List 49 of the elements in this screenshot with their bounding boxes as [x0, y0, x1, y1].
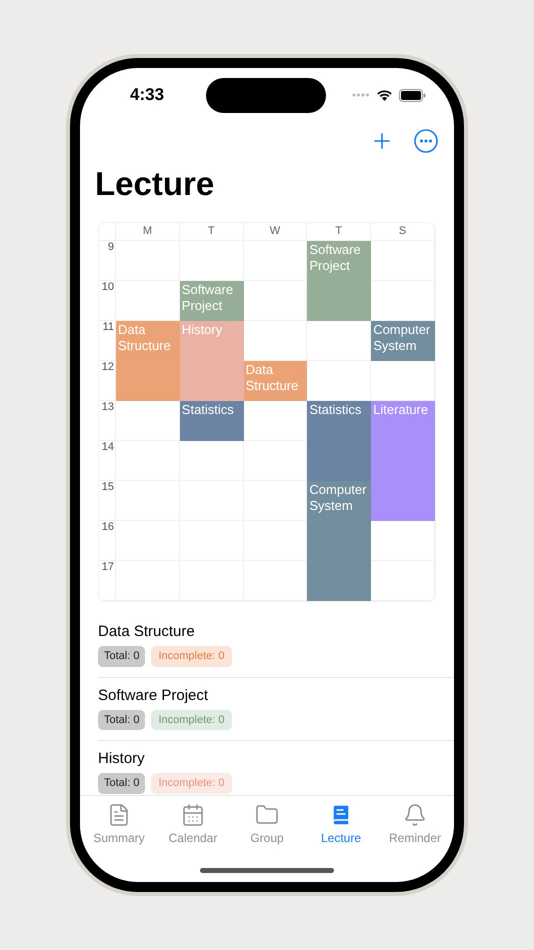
page-title: Lecture: [95, 164, 214, 204]
hour-label: 9: [108, 241, 114, 255]
total-tag: Total: 0: [98, 646, 146, 666]
lecture-block[interactable]: History: [180, 321, 244, 401]
lecture-block[interactable]: Literature: [371, 401, 435, 521]
hour-label: 17: [102, 561, 114, 575]
day-label: W: [270, 224, 280, 240]
day-label: T: [208, 224, 215, 240]
lecture-block[interactable]: Software Project: [307, 241, 372, 321]
incomplete-tag: Incomplete: 0: [151, 773, 232, 794]
course-name: Software Project: [98, 686, 210, 706]
lecture-block[interactable]: Computer System: [371, 321, 435, 361]
course-name: Data Structure: [98, 622, 196, 642]
hour-label: 14: [102, 441, 114, 455]
day-label: T: [335, 224, 342, 240]
tab-button[interactable]: Calendar: [156, 803, 230, 851]
total-tag: Total: 0: [98, 710, 146, 730]
more-icon: [414, 129, 438, 153]
lecture-block[interactable]: Statistics: [180, 401, 244, 441]
hour-label: 12: [102, 361, 114, 375]
hour-label: 13: [102, 401, 114, 415]
status-time: 4:33: [130, 84, 164, 106]
total-tag: Total: 0: [98, 773, 146, 794]
tab-button[interactable]: Summary: [82, 803, 156, 851]
lecture-block[interactable]: Data Structure: [244, 361, 308, 401]
day-label: M: [142, 224, 152, 240]
tab-button[interactable]: Reminder: [378, 803, 452, 851]
hour-label: 10: [102, 281, 114, 295]
hour-label: 11: [102, 321, 114, 335]
day-label: S: [398, 224, 406, 240]
more-button[interactable]: [414, 129, 438, 153]
timetable-cell: [180, 441, 244, 481]
course-name: History: [98, 749, 146, 769]
lecture-block[interactable]: Software Project: [180, 281, 244, 321]
hour-label: 16: [102, 521, 114, 535]
wifi-icon: [376, 89, 393, 101]
tab-button[interactable]: Group: [230, 803, 304, 851]
folder-icon: [255, 803, 279, 827]
tab-button[interactable]: Lecture: [304, 803, 378, 851]
bell-icon: [403, 803, 427, 827]
signal-icon: [352, 93, 370, 97]
lecture-block[interactable]: Data Structure: [116, 321, 180, 401]
lecture-block[interactable]: Computer System: [307, 481, 372, 601]
incomplete-tag: Incomplete: 0: [151, 710, 232, 730]
hour-label: 15: [102, 481, 114, 495]
incomplete-tag: Incomplete: 0: [151, 646, 232, 666]
lecture-block[interactable]: Statistics: [307, 401, 372, 481]
battery-icon: [399, 88, 426, 102]
calendar-icon: [181, 803, 205, 827]
